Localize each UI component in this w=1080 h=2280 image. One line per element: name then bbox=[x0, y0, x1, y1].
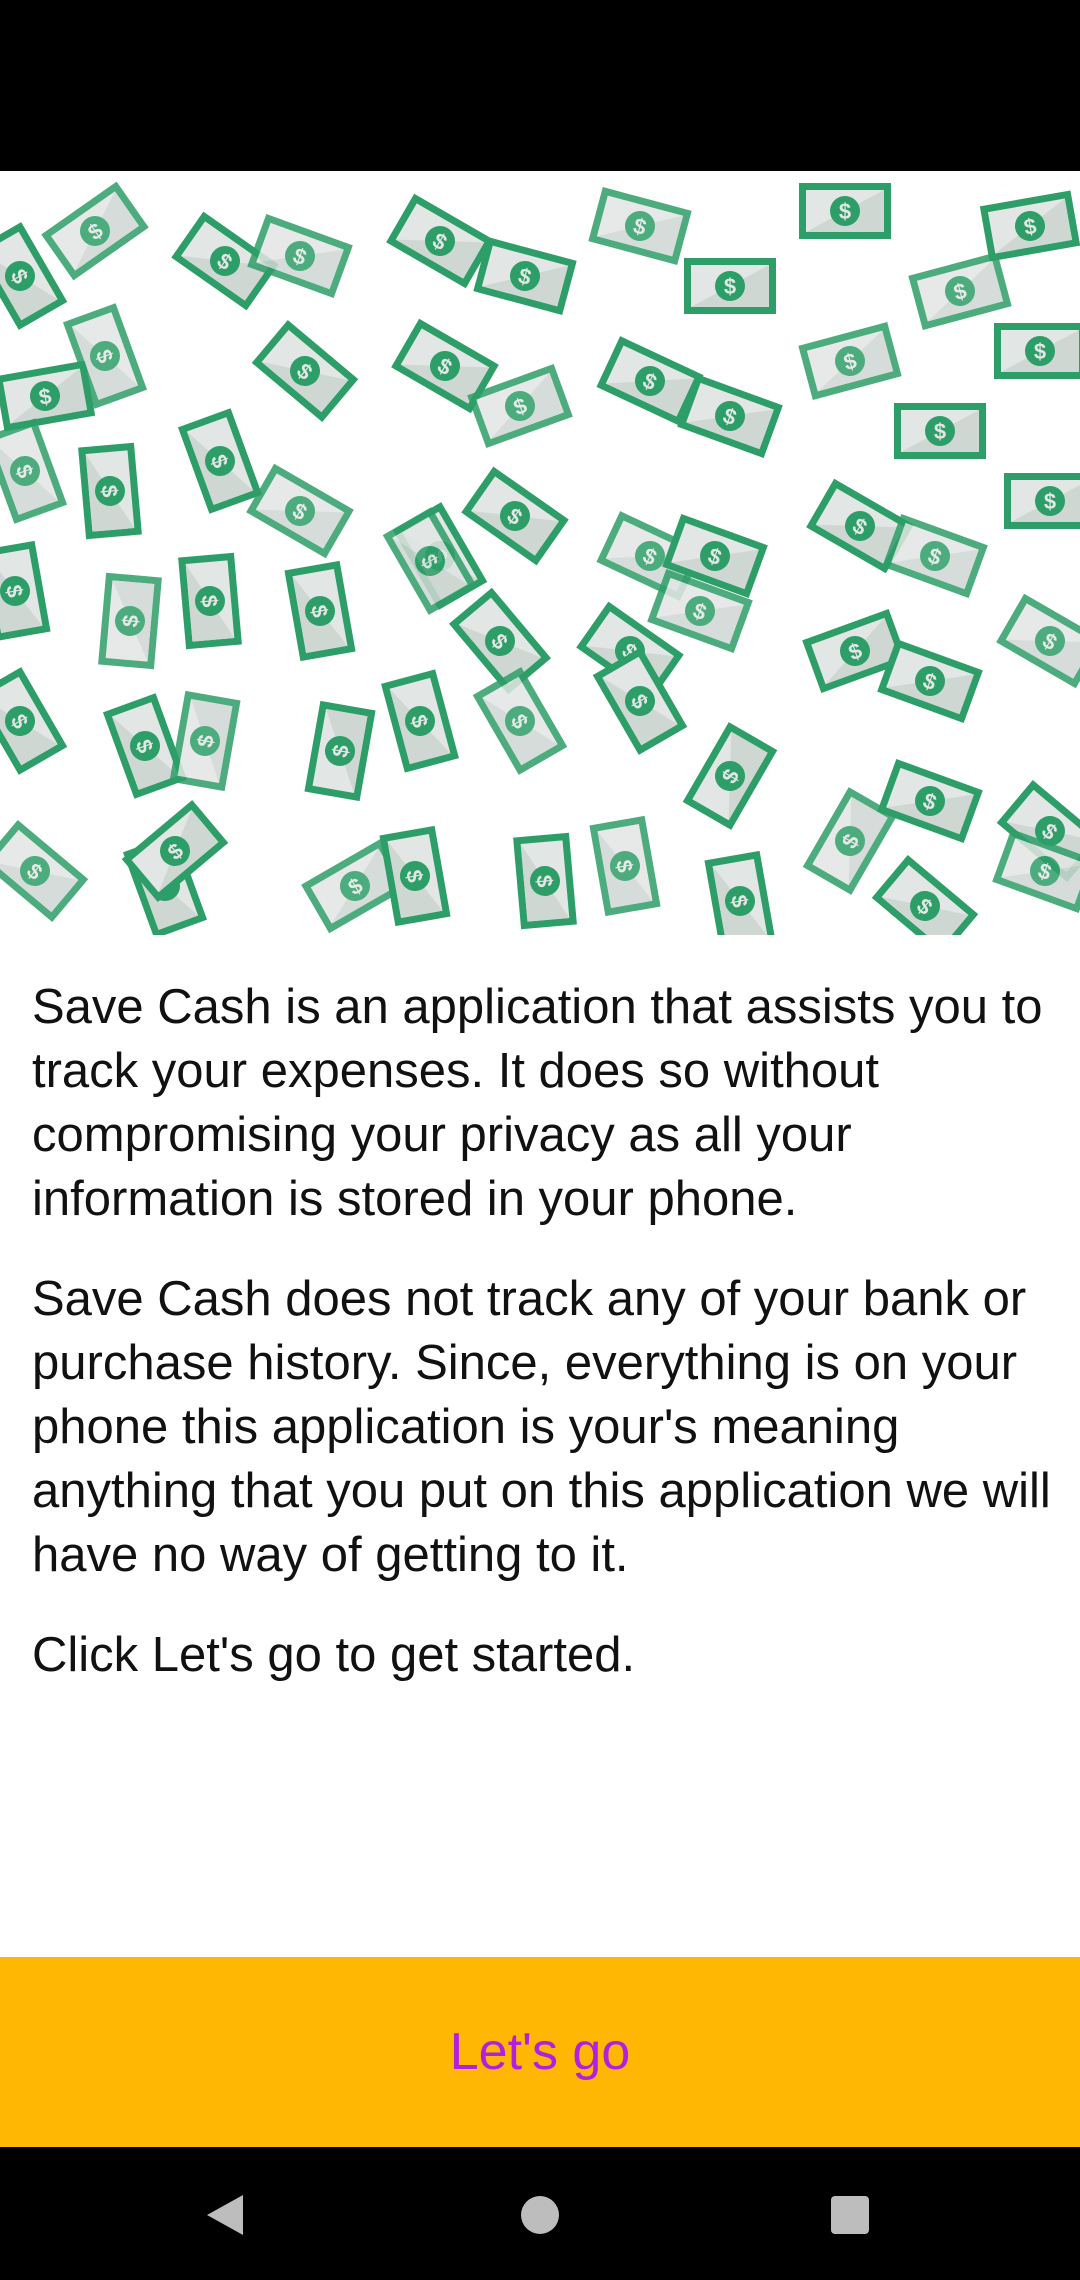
dollar-bill-icon bbox=[472, 667, 568, 775]
dollar-bill-icon bbox=[78, 442, 142, 540]
dollar-bill-icon bbox=[448, 587, 552, 695]
dollar-bill-icon bbox=[682, 722, 778, 830]
dollar-bill-icon bbox=[589, 815, 661, 917]
dollar-bill-icon bbox=[996, 593, 1080, 689]
intro-paragraph-get-started: Click Let's go to get started. bbox=[32, 1628, 636, 1682]
dollar-bill-icon bbox=[0, 819, 89, 923]
dollar-bill-icon bbox=[177, 408, 263, 514]
money-bills-illustration: $ bbox=[0, 171, 1080, 935]
dollar-bill-icon bbox=[169, 690, 241, 792]
dollar-bill-icon bbox=[304, 700, 376, 802]
dollar-bill-icon bbox=[41, 181, 149, 281]
dollar-bill-icon bbox=[386, 193, 494, 289]
money-bills-graphic: $ bbox=[0, 181, 1080, 935]
back-triangle-icon bbox=[207, 2195, 243, 2235]
dollar-bill-icon bbox=[379, 825, 451, 927]
dollar-bill-icon bbox=[908, 252, 1012, 330]
dollar-bill-icon bbox=[704, 850, 776, 935]
dollar-bill-icon bbox=[0, 418, 68, 524]
dollar-bill-icon bbox=[0, 667, 68, 775]
dollar-bill-icon bbox=[284, 560, 356, 662]
recents-square-icon bbox=[831, 2196, 869, 2234]
dollar-bill-icon bbox=[877, 758, 983, 844]
lets-go-label: Let's go bbox=[449, 2023, 631, 2081]
dollar-bill-icon bbox=[994, 323, 1080, 379]
recents-button[interactable] bbox=[800, 2165, 900, 2265]
dollar-bill-icon bbox=[1004, 473, 1080, 529]
dollar-bill-icon bbox=[513, 832, 577, 930]
dollar-bill-icon bbox=[178, 552, 242, 650]
dollar-bill-icon bbox=[979, 190, 1080, 262]
dollar-bill-icon bbox=[798, 322, 902, 400]
dollar-bill-icon bbox=[102, 693, 188, 799]
intro-paragraph-tracking: Save Cash does not track any of your ban… bbox=[32, 1272, 1051, 1582]
home-button[interactable] bbox=[490, 2165, 590, 2265]
dollar-bill-icon bbox=[877, 638, 983, 724]
navigation-bar bbox=[0, 2147, 1080, 2280]
dollar-bill-icon bbox=[381, 669, 459, 773]
dollar-bill-icon bbox=[251, 319, 359, 423]
lets-go-button[interactable]: Let's go bbox=[0, 1957, 1080, 2147]
dollar-bill-icon bbox=[677, 373, 783, 459]
status-bar bbox=[0, 0, 1080, 171]
dollar-bill-icon bbox=[684, 258, 776, 314]
dollar-bill-icon bbox=[799, 183, 891, 239]
dollar-bill-icon bbox=[473, 237, 577, 315]
dollar-bill-icon bbox=[588, 187, 692, 265]
intro-text: Save Cash is an application that assists… bbox=[32, 975, 1052, 1723]
dollar-bill-icon bbox=[894, 403, 986, 459]
home-circle-icon bbox=[521, 2196, 559, 2234]
dollar-bill-icon bbox=[882, 513, 988, 599]
intro-paragraph-privacy: Save Cash is an application that assists… bbox=[32, 980, 1043, 1226]
dollar-bill-icon bbox=[246, 463, 354, 559]
dollar-bill-icon bbox=[98, 572, 162, 670]
dollar-bill-icon bbox=[0, 540, 51, 642]
back-button[interactable] bbox=[175, 2165, 275, 2265]
dollar-bill-icon bbox=[461, 466, 569, 566]
dollar-bill-icon bbox=[871, 854, 979, 935]
